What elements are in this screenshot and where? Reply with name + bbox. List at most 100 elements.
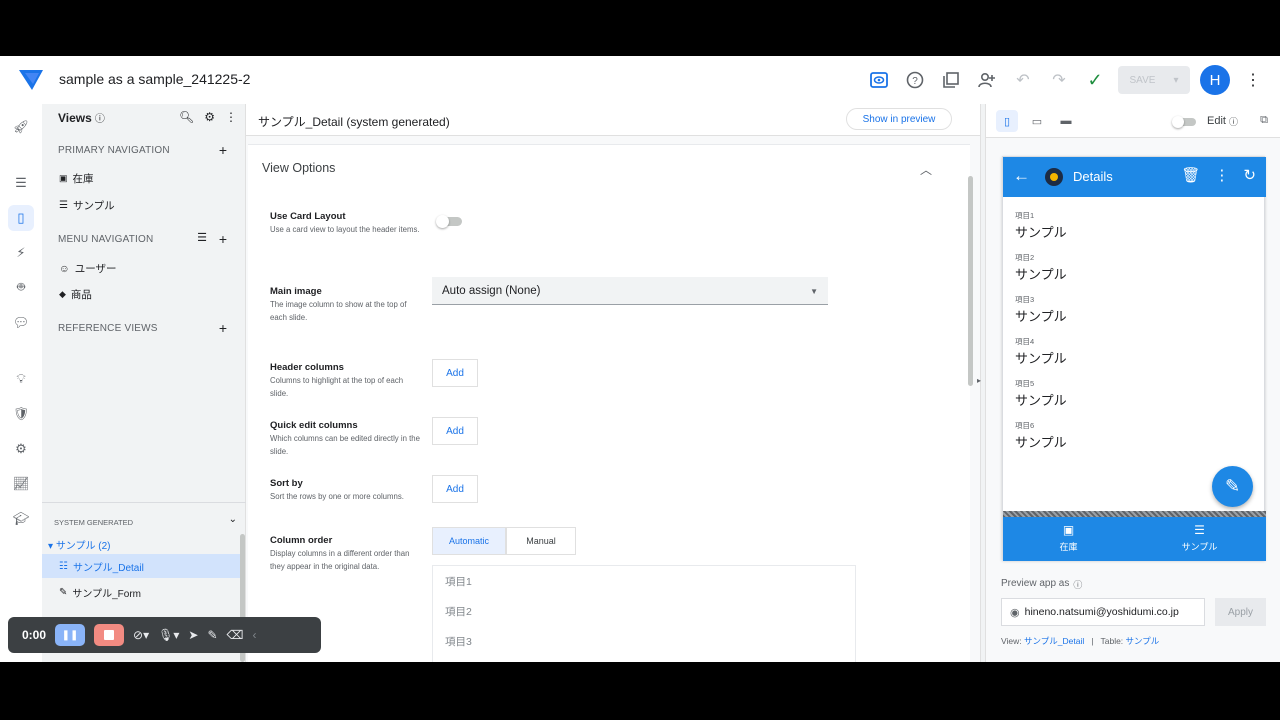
eraser-icon[interactable]: ⌫: [227, 628, 244, 642]
system-group-sample[interactable]: ▾ サンプル (2): [48, 537, 111, 552]
add-sort-by-button[interactable]: Add: [432, 475, 478, 503]
app-title: sample as a sample_241225-2: [59, 71, 251, 87]
check-icon[interactable]: ✓: [1082, 67, 1108, 93]
inventory-icon: ▣: [59, 173, 68, 183]
rail-settings-icon[interactable]: ⚙︎: [8, 436, 34, 462]
tablet-device-icon[interactable]: ▭: [1026, 110, 1048, 132]
info-icon[interactable]: ⓘ: [1229, 115, 1238, 128]
rail-intelligence-icon[interactable]: 💡︎: [8, 366, 34, 392]
field-value[interactable]: サンプル: [1015, 306, 1067, 325]
add-reference-view-icon[interactable]: +: [219, 320, 227, 336]
rail-deploy-icon[interactable]: 🚀︎: [8, 114, 34, 140]
main-image-select[interactable]: Auto assign (None) ▼: [432, 277, 828, 305]
list-item[interactable]: 項目2: [445, 604, 472, 619]
recording-time: 0:00: [22, 628, 47, 642]
editor-scrollbar[interactable]: [968, 176, 973, 386]
automatic-option[interactable]: Automatic: [432, 527, 506, 555]
field-value[interactable]: サンプル: [1015, 432, 1067, 451]
table-link[interactable]: サンプル: [1126, 636, 1160, 646]
edit-fab-button[interactable]: ✎: [1212, 466, 1253, 507]
field-value[interactable]: サンプル: [1015, 264, 1067, 283]
sys-item-label: サンプル_Detail: [72, 562, 144, 574]
apply-button[interactable]: Apply: [1215, 598, 1266, 626]
delete-icon[interactable]: 🗑︎: [1181, 166, 1200, 184]
user-avatar[interactable]: H: [1200, 65, 1230, 95]
share-add-person-icon[interactable]: [974, 67, 1000, 93]
preview-as-label: Preview app as: [1001, 578, 1070, 589]
info-icon[interactable]: ⓘ: [1073, 578, 1082, 591]
undo-icon[interactable]: ↶: [1010, 67, 1036, 93]
sys-item-sample-detail[interactable]: ☷ サンプル_Detail: [42, 554, 240, 578]
section-title: View Options: [262, 161, 336, 175]
more-vert-icon[interactable]: ⋮: [1240, 67, 1266, 93]
shapes-icon: ◆: [59, 289, 66, 299]
stop-button[interactable]: [94, 624, 125, 646]
field-value[interactable]: サンプル: [1015, 348, 1067, 367]
edit-icon: ✎: [1224, 476, 1241, 496]
card-layout-toggle[interactable]: [436, 215, 464, 228]
camera-off-icon[interactable]: ⊘▾: [133, 628, 149, 642]
save-button[interactable]: SAVE ▾: [1118, 66, 1190, 94]
preview-as-field[interactable]: ◉ hineno.natsumi@yoshidumi.co.jp: [1001, 598, 1205, 626]
open-in-new-icon[interactable]: ⧉: [1260, 114, 1268, 127]
rail-chat-icon[interactable]: 💬︎: [8, 310, 34, 336]
nav-item-users[interactable]: ☺ ユーザー: [59, 261, 117, 276]
field-value[interactable]: サンプル: [1015, 222, 1067, 241]
nav-item-products[interactable]: ◆ 商品: [59, 287, 92, 302]
info-icon[interactable]: ⓘ: [95, 110, 105, 125]
column-order-list: 項目1 項目2 項目3: [432, 565, 856, 662]
phone-nav-sample[interactable]: ☰ サンプル: [1134, 523, 1265, 553]
add-primary-view-icon[interactable]: +: [219, 142, 227, 158]
chevron-up-icon[interactable]: ︿: [920, 161, 932, 178]
copy-app-icon[interactable]: [938, 67, 964, 93]
collapse-icon[interactable]: ‹: [252, 628, 256, 642]
redo-icon[interactable]: ↷: [1046, 67, 1072, 93]
pointer-icon[interactable]: ➤: [188, 628, 198, 642]
app-window: sample as a sample_241225-2 ? ↶ ↷ ✓ SAVE…: [0, 56, 1280, 662]
chevron-down-icon[interactable]: ⌄: [229, 514, 237, 525]
reorder-icon[interactable]: ☰: [197, 231, 207, 244]
more-vert-icon[interactable]: ⋮: [225, 110, 237, 124]
nav-item-sample[interactable]: ☰ サンプル: [59, 198, 115, 213]
rail-security-icon[interactable]: 🛡︎: [8, 401, 34, 427]
field-value[interactable]: サンプル: [1015, 390, 1067, 409]
phone-actions: 🗑︎ ⋮ ↻: [1181, 166, 1256, 184]
rail-learn-icon[interactable]: 🎓︎: [8, 506, 34, 532]
edit-toggle[interactable]: [1172, 116, 1198, 128]
add-menu-view-icon[interactable]: +: [219, 231, 227, 247]
chevron-right-icon[interactable]: ▸: [977, 376, 981, 385]
rail-monitor-icon[interactable]: 📈︎: [8, 471, 34, 497]
mic-off-icon[interactable]: 🎙︎▾: [158, 628, 179, 642]
arrow-back-icon[interactable]: ←: [1013, 166, 1030, 186]
preview-header: ▯ ▭ ▬ Edit ⓘ ⧉: [986, 104, 1280, 138]
pause-button[interactable]: ❚❚: [55, 624, 86, 646]
list-item[interactable]: 項目3: [445, 634, 472, 649]
field-label: 項目6: [1015, 421, 1035, 430]
more-vert-icon[interactable]: ⋮: [1214, 166, 1229, 184]
save-dropdown-icon[interactable]: ▾: [1173, 75, 1178, 86]
add-quick-edit-columns-button[interactable]: Add: [432, 417, 478, 445]
phone-device-icon[interactable]: ▯: [996, 110, 1018, 132]
help-icon[interactable]: ?: [902, 67, 928, 93]
sys-item-sample-form[interactable]: ✎ サンプル_Form: [42, 580, 240, 604]
view-link[interactable]: サンプル_Detail: [1024, 636, 1084, 646]
field-label: 項目3: [1015, 295, 1035, 304]
rail-automation-icon[interactable]: 🤖︎: [8, 275, 34, 301]
pen-icon[interactable]: ✎: [207, 628, 217, 642]
preview-eye-icon[interactable]: [866, 67, 892, 93]
refresh-icon[interactable]: ↻: [1243, 166, 1256, 184]
nav-item-inventory[interactable]: ▣ 在庫: [59, 171, 94, 186]
add-header-columns-button[interactable]: Add: [432, 359, 478, 387]
gear-icon[interactable]: ⚙︎: [204, 110, 215, 124]
column-order-segmented: Automatic Manual: [432, 527, 576, 555]
manual-option[interactable]: Manual: [506, 527, 576, 555]
show-in-preview-button[interactable]: Show in preview: [846, 108, 952, 130]
desktop-device-icon[interactable]: ▬: [1055, 110, 1077, 132]
phone-app-bar: ← Details 🗑︎ ⋮ ↻: [1003, 157, 1266, 197]
list-item[interactable]: 項目1: [445, 574, 472, 589]
rail-data-icon[interactable]: ☰: [8, 170, 34, 196]
rail-actions-icon[interactable]: ⚡︎: [8, 240, 34, 266]
rail-views-icon[interactable]: ▯: [8, 205, 34, 231]
phone-nav-inventory[interactable]: ▣ 在庫: [1003, 523, 1134, 553]
search-icon[interactable]: 🔍︎: [179, 110, 194, 124]
